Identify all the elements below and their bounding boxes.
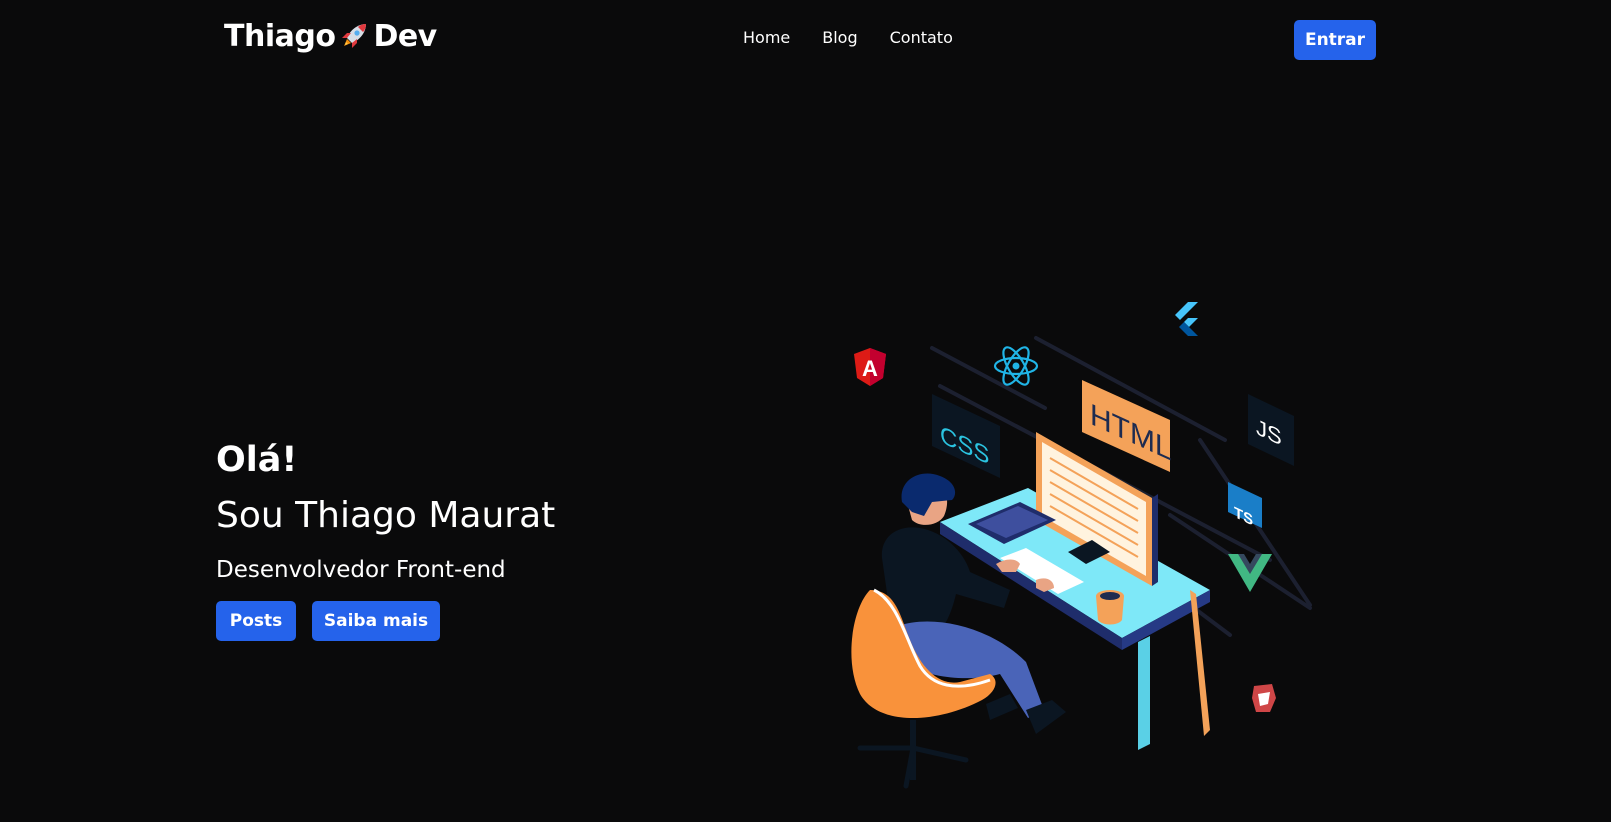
developer-illustration: A CSS JS TS HTML [851,302,1312,789]
hero-name: Sou Thiago Maurat [216,495,556,536]
javascript-icon: JS [1248,394,1294,466]
hero-greeting: Olá! [216,440,298,480]
learn-more-button[interactable]: Saiba mais [312,601,440,641]
nav-contato[interactable]: Contato [890,28,953,47]
rocket-icon [342,24,367,48]
flutter-icon [1175,302,1198,336]
angular-icon: A [854,348,886,386]
nav-blog[interactable]: Blog [822,28,857,47]
posts-button[interactable]: Posts [216,601,296,641]
main-nav: Home Blog Contato [743,28,953,47]
gulp-icon [1252,684,1276,712]
typescript-icon: TS [1228,482,1262,530]
nav-home[interactable]: Home [743,28,790,47]
vue-icon [1228,554,1272,592]
logo-text-right: Dev [373,18,437,54]
login-button[interactable]: Entrar [1294,20,1376,60]
hero-buttons: Posts Saiba mais [216,601,440,641]
site-logo[interactable]: Thiago Dev [224,18,437,54]
page: Thiago Dev Home Blog Contato Entrar Olá!… [0,0,1611,822]
react-icon [993,346,1039,386]
coffee-cup [1096,590,1124,625]
logo-text-left: Thiago [224,18,336,54]
angular-icon-letter: A [862,356,878,381]
html-tag: HTML [1082,380,1172,472]
css-icon: CSS [932,394,1000,478]
hero-role: Desenvolvedor Front-end [216,557,506,583]
